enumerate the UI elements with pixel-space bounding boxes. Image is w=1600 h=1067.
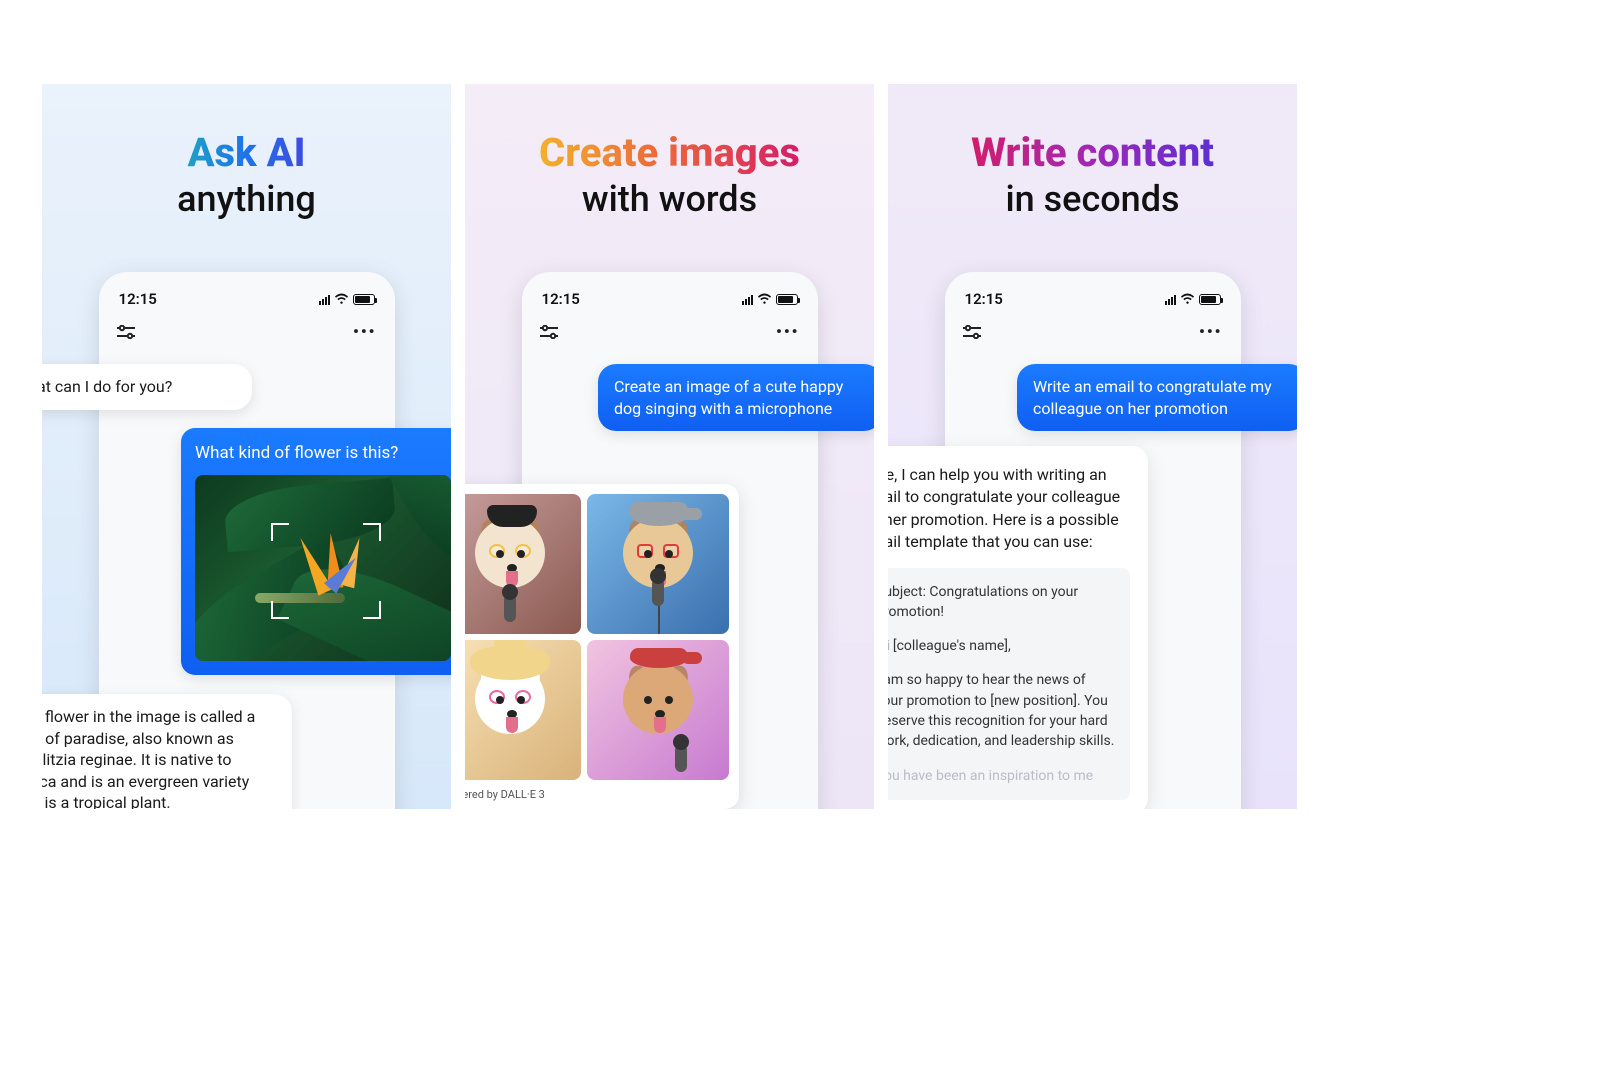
heading-line1: Ask AI — [187, 132, 305, 174]
status-bar: 12:15 — [536, 290, 804, 308]
email-body: I am so happy to hear the news of your p… — [888, 670, 1116, 751]
settings-slider-icon[interactable] — [117, 325, 135, 339]
more-options-icon[interactable]: ••• — [353, 322, 377, 341]
ai-response: The flower in the image is called a bird… — [42, 694, 292, 809]
heading: Ask AI anything — [42, 84, 451, 220]
settings-slider-icon[interactable] — [540, 325, 558, 339]
status-time: 12:15 — [119, 290, 157, 308]
user-message: Write an email to congratulate my collea… — [1017, 364, 1297, 431]
focus-frame-icon — [271, 523, 381, 619]
signal-icon — [742, 293, 753, 305]
status-icons — [1165, 293, 1221, 305]
settings-slider-icon[interactable] — [963, 325, 981, 339]
app-topbar: ••• — [113, 308, 381, 349]
more-options-icon[interactable]: ••• — [1199, 322, 1223, 341]
battery-icon — [776, 294, 798, 305]
generated-image[interactable] — [587, 494, 729, 634]
status-bar: 12:15 — [959, 290, 1227, 308]
panel-ask-ai: Ask AI anything 12:15 ••• What can I do … — [42, 84, 451, 809]
heading: Write content in seconds — [888, 84, 1297, 220]
ai-intro-text: Sure, I can help you with writing an ema… — [888, 464, 1130, 554]
app-topbar: ••• — [959, 308, 1227, 349]
attached-image — [195, 475, 451, 661]
powered-by-label: Powered by DALL·E 3 — [465, 780, 729, 803]
signal-icon — [1165, 293, 1176, 305]
email-greeting: Hi [colleague's name], — [888, 636, 1116, 656]
wifi-icon — [1180, 293, 1195, 305]
status-bar: 12:15 — [113, 290, 381, 308]
heading: Create images with words — [465, 84, 874, 220]
ai-message-text: What can I do for you? — [42, 377, 172, 396]
email-body-faded: You have been an inspiration to me — [888, 766, 1116, 786]
user-message-text: What kind of flower is this? — [195, 442, 451, 465]
status-time: 12:15 — [542, 290, 580, 308]
heading-line2: with words — [485, 178, 854, 220]
panel-create-images: Create images with words 12:15 ••• Creat… — [465, 84, 874, 809]
email-template: Subject: Congratulations on your promoti… — [888, 568, 1130, 800]
ai-response: Sure, I can help you with writing an ema… — [888, 446, 1148, 809]
user-message: What kind of flower is this? — [181, 428, 451, 675]
status-time: 12:15 — [965, 290, 1003, 308]
panel-write-content: Write content in seconds 12:15 ••• Write… — [888, 84, 1297, 809]
email-subject: Subject: Congratulations on your promoti… — [888, 582, 1116, 623]
heading-line2: anything — [62, 178, 431, 220]
ai-message: What can I do for you? — [42, 364, 252, 410]
heading-line2: in seconds — [908, 178, 1277, 220]
more-options-icon[interactable]: ••• — [776, 322, 800, 341]
generated-image[interactable] — [587, 640, 729, 780]
signal-icon — [319, 293, 330, 305]
ai-response-text: The flower in the image is called a bird… — [42, 707, 255, 809]
wifi-icon — [334, 293, 349, 305]
battery-icon — [353, 294, 375, 305]
user-message: Create an image of a cute happy dog sing… — [598, 364, 874, 431]
battery-icon — [1199, 294, 1221, 305]
generated-images-card: Powered by DALL·E 3 — [465, 484, 739, 809]
app-topbar: ••• — [536, 308, 804, 349]
wifi-icon — [757, 293, 772, 305]
user-message-text: Create an image of a cute happy dog sing… — [614, 377, 843, 418]
status-icons — [742, 293, 798, 305]
generated-image[interactable] — [465, 494, 581, 634]
image-grid — [465, 494, 729, 780]
user-message-text: Write an email to congratulate my collea… — [1033, 377, 1272, 418]
generated-image[interactable] — [465, 640, 581, 780]
heading-line1: Write content — [971, 132, 1214, 174]
heading-line1: Create images — [539, 132, 800, 174]
status-icons — [319, 293, 375, 305]
